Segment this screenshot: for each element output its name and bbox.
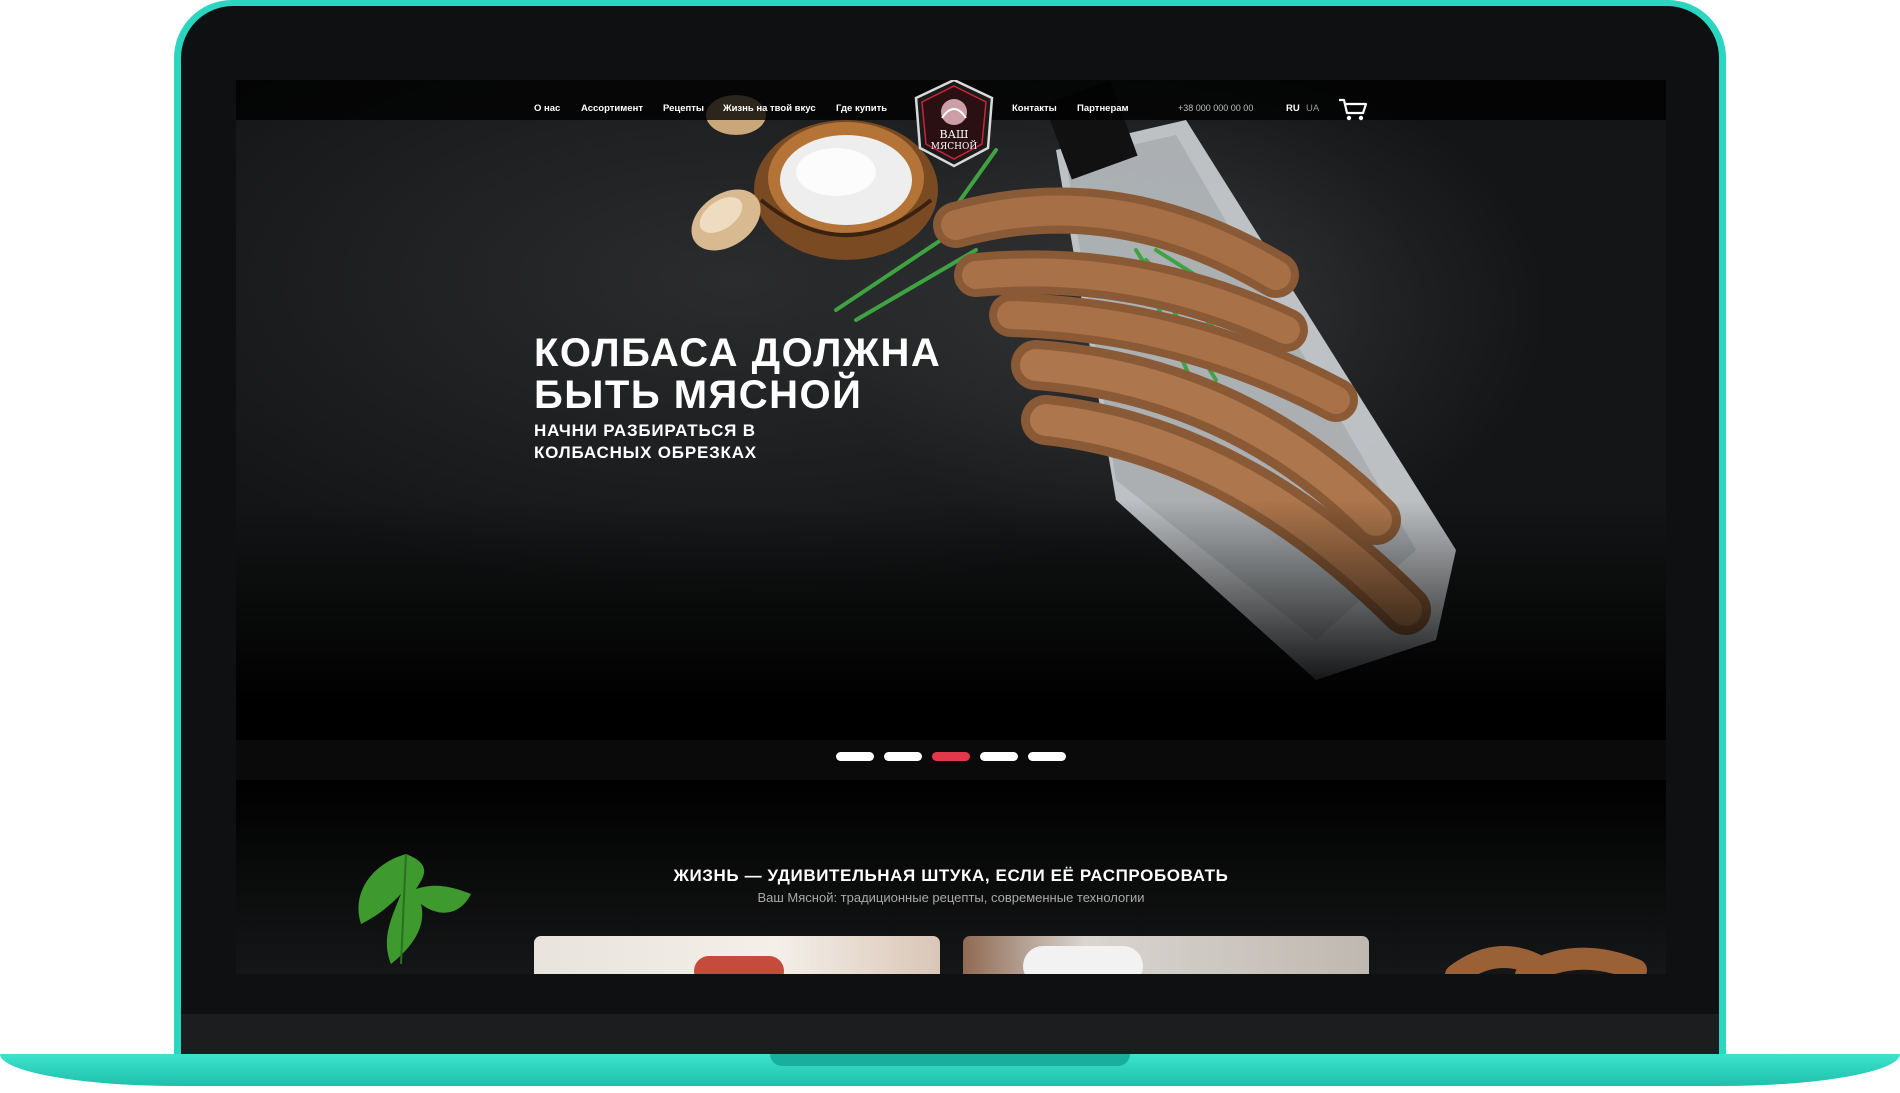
nav-link-assortment[interactable]: Ассортимент: [581, 103, 643, 114]
hero-subtitle-line1: НАЧНИ РАЗБИРАТЬСЯ В: [534, 421, 756, 440]
hero-title: КОЛБАСА ДОЛЖНА БЫТЬ МЯСНОЙ: [534, 332, 1014, 416]
grilled-sausage-image: [1445, 946, 1647, 974]
website-screen: О нас Ассортимент Рецепты Жизнь на твой …: [236, 80, 1666, 974]
lang-ua[interactable]: UA: [1306, 103, 1319, 114]
slider-dot-2[interactable]: [884, 752, 922, 761]
nav-link-life[interactable]: Жизнь на твой вкус: [723, 103, 816, 114]
nav-link-contacts[interactable]: Контакты: [1012, 103, 1057, 114]
laptop-notch: [770, 1054, 1130, 1066]
lang-ru[interactable]: RU: [1286, 103, 1300, 114]
content-card-1[interactable]: [534, 936, 940, 974]
logo-line1: ВАШ: [940, 128, 969, 141]
nav-link-about[interactable]: О нас: [534, 103, 560, 114]
food-image: [694, 956, 784, 974]
section2-subtitle: Ваш Мясной: традиционные рецепты, соврем…: [757, 890, 1145, 905]
nav-link-where-to-buy[interactable]: Где купить: [836, 103, 887, 114]
hero-subtitle: НАЧНИ РАЗБИРАТЬСЯ В КОЛБАСНЫХ ОБРЕЗКАХ: [534, 420, 874, 464]
hero-title-line1: КОЛБАСА ДОЛЖНА: [534, 331, 942, 375]
logo-line2: МЯСНОЙ: [931, 140, 978, 152]
brand-logo[interactable]: ВАШ МЯСНОЙ: [912, 80, 996, 168]
hero-subtitle-line2: КОЛБАСНЫХ ОБРЕЗКАХ: [534, 443, 757, 462]
phone-number[interactable]: +38 000 000 00 00: [1178, 103, 1253, 113]
slider-dot-4[interactable]: [980, 752, 1018, 761]
nav-link-partners[interactable]: Партнерам: [1077, 103, 1129, 114]
hero-fade: [236, 500, 1666, 740]
hero-title-line2: БЫТЬ МЯСНОЙ: [534, 373, 863, 417]
content-card-2[interactable]: [963, 936, 1369, 974]
cart-icon[interactable]: [1338, 98, 1368, 122]
section2-title: ЖИЗНЬ — УДИВИТЕЛЬНАЯ ШТУКА, ЕСЛИ ЕЁ РАСП…: [673, 866, 1229, 885]
parsley-image: [358, 853, 471, 965]
slider-dot-5[interactable]: [1028, 752, 1066, 761]
nav-link-recipes[interactable]: Рецепты: [663, 103, 704, 114]
slider-dot-1[interactable]: [836, 752, 874, 761]
plate-image: [1023, 946, 1143, 974]
salt-bowl-image: [754, 120, 938, 260]
slider-dot-3[interactable]: [932, 752, 970, 761]
